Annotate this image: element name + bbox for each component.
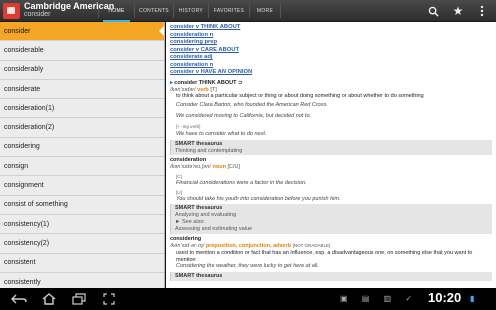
entry-link[interactable]: consider v HAVE AN OPINION: [170, 69, 492, 77]
overflow-menu-icon[interactable]: [474, 3, 490, 19]
example: We have to consider what to do next.: [176, 130, 267, 137]
wifi-battery-icon[interactable]: ▮: [470, 294, 474, 303]
search-icon[interactable]: [425, 3, 441, 19]
entry-link[interactable]: consider v THINK ABOUT: [170, 24, 492, 32]
tab-favorites[interactable]: FAVORITES: [209, 0, 249, 22]
tab-contents[interactable]: CONTENTS: [135, 0, 173, 22]
pronunciation: /kən'sɪdə'reɪ.ʃən/: [170, 164, 211, 171]
thesaurus-box[interactable]: SMART thesaurus: [170, 272, 492, 282]
list-item[interactable]: consider: [0, 22, 164, 42]
thesaurus-title: SMART thesaurus: [175, 273, 223, 280]
list-item[interactable]: consistency(1): [0, 215, 164, 235]
part-of-speech: verb: [197, 86, 209, 93]
pronunciation-line: /kən'sɪd·ər·ɪŋ/ preposition, conjunction…: [170, 243, 492, 250]
app-window: Cambridge American consider HOME CONTENT…: [0, 0, 496, 310]
list-item[interactable]: considerable: [0, 41, 164, 61]
grammar-code: [C/U]: [227, 164, 240, 171]
entry-link[interactable]: consider v CARE ABOUT: [170, 47, 492, 55]
audio-icon[interactable]: ⊃: [238, 80, 243, 86]
part-of-speech: preposition, conjunction, adverb: [205, 242, 292, 249]
notification-icons[interactable]: ▣ ▤ ▥ ✓: [340, 294, 418, 303]
grammar-pattern: [+ -ing verb]: [176, 124, 201, 130]
pronunciation: /kən'sɪdər/: [170, 86, 196, 93]
entry-link[interactable]: considering prep: [170, 39, 492, 47]
see-also-label: ► See also:: [175, 219, 205, 226]
list-item[interactable]: consign: [0, 157, 164, 177]
example: Financial considerations were a factor i…: [176, 179, 307, 186]
tab-home[interactable]: HOME: [99, 0, 134, 22]
example: Considering the weather, they were lucky…: [176, 263, 319, 270]
tab-history[interactable]: HISTORY: [174, 0, 208, 22]
word-list[interactable]: consider considerable considerably consi…: [0, 22, 165, 288]
home-icon[interactable]: [38, 291, 60, 307]
thesaurus-subtitle[interactable]: Thinking and contemplating: [175, 148, 488, 155]
thesaurus-title: SMART thesaurus: [175, 140, 223, 147]
app-logo-icon[interactable]: [3, 3, 20, 19]
example: We considered moving to California, but …: [176, 113, 312, 120]
list-item[interactable]: considering: [0, 138, 164, 158]
screenshot-icon[interactable]: [98, 291, 120, 307]
grammar-code: [NOT GRADABLE]: [292, 242, 331, 248]
pronunciation-line: /kən'sɪdər/ verb [T]: [170, 87, 492, 94]
tab-more[interactable]: MORE: [250, 0, 280, 22]
example: You should take his youth into considera…: [176, 195, 341, 202]
pronunciation-line: /kən'sɪdə'reɪ.ʃən/ noun [C/U]: [170, 164, 492, 171]
headword: considering: [170, 235, 202, 242]
thesaurus-subtitle[interactable]: Analyzing and evaluating: [175, 212, 488, 219]
thesaurus-box[interactable]: SMART thesaurus Thinking and contemplati…: [170, 139, 492, 156]
see-also-item[interactable]: Assessing and estimating value: [175, 226, 488, 233]
list-item[interactable]: consideration(1): [0, 99, 164, 119]
grammar-code: [T]: [210, 86, 217, 93]
clock[interactable]: 10:20: [428, 290, 461, 305]
action-bar: Cambridge American consider HOME CONTENT…: [0, 0, 496, 22]
thesaurus-title: SMART thesaurus: [175, 205, 223, 212]
definition: to think about a particular subject or t…: [176, 93, 424, 100]
entry-view[interactable]: consider v THINK ABOUT consideration n c…: [166, 22, 496, 288]
list-item[interactable]: consignment: [0, 176, 164, 196]
current-word: consider: [24, 11, 51, 18]
list-item[interactable]: considerate: [0, 80, 164, 100]
star-icon[interactable]: ★: [450, 3, 466, 19]
list-item[interactable]: consist of something: [0, 196, 164, 215]
part-of-speech: noun: [212, 164, 226, 171]
system-nav-bar: ▣ ▤ ▥ ✓ 10:20 ▮: [0, 288, 496, 310]
list-item[interactable]: consideration(2): [0, 118, 164, 138]
thesaurus-box[interactable]: SMART thesaurus Analyzing and evaluating…: [170, 204, 492, 234]
list-item[interactable]: consistently: [0, 273, 164, 288]
headword: ▸ consider THINK ABOUT ⊃: [170, 80, 492, 87]
tab-divider: [280, 4, 281, 18]
list-item[interactable]: considerably: [0, 61, 164, 80]
recent-apps-icon[interactable]: [68, 291, 90, 307]
pronunciation: /kən'sɪd·ər·ɪŋ/: [170, 242, 205, 249]
entry-link[interactable]: consideration n: [170, 32, 492, 40]
back-icon[interactable]: [8, 291, 30, 307]
example: Consider Clara Barton, who founded the A…: [176, 102, 328, 109]
entry-link[interactable]: considerate adj: [170, 54, 492, 62]
list-item[interactable]: consistent: [0, 254, 164, 273]
headword-text: consider THINK ABOUT: [174, 79, 237, 86]
definition: used to mention a condition or fact that…: [176, 249, 473, 263]
list-item[interactable]: consistency(2): [0, 234, 164, 254]
headword: consideration: [170, 157, 207, 164]
entry-link[interactable]: consideration n: [170, 62, 492, 70]
